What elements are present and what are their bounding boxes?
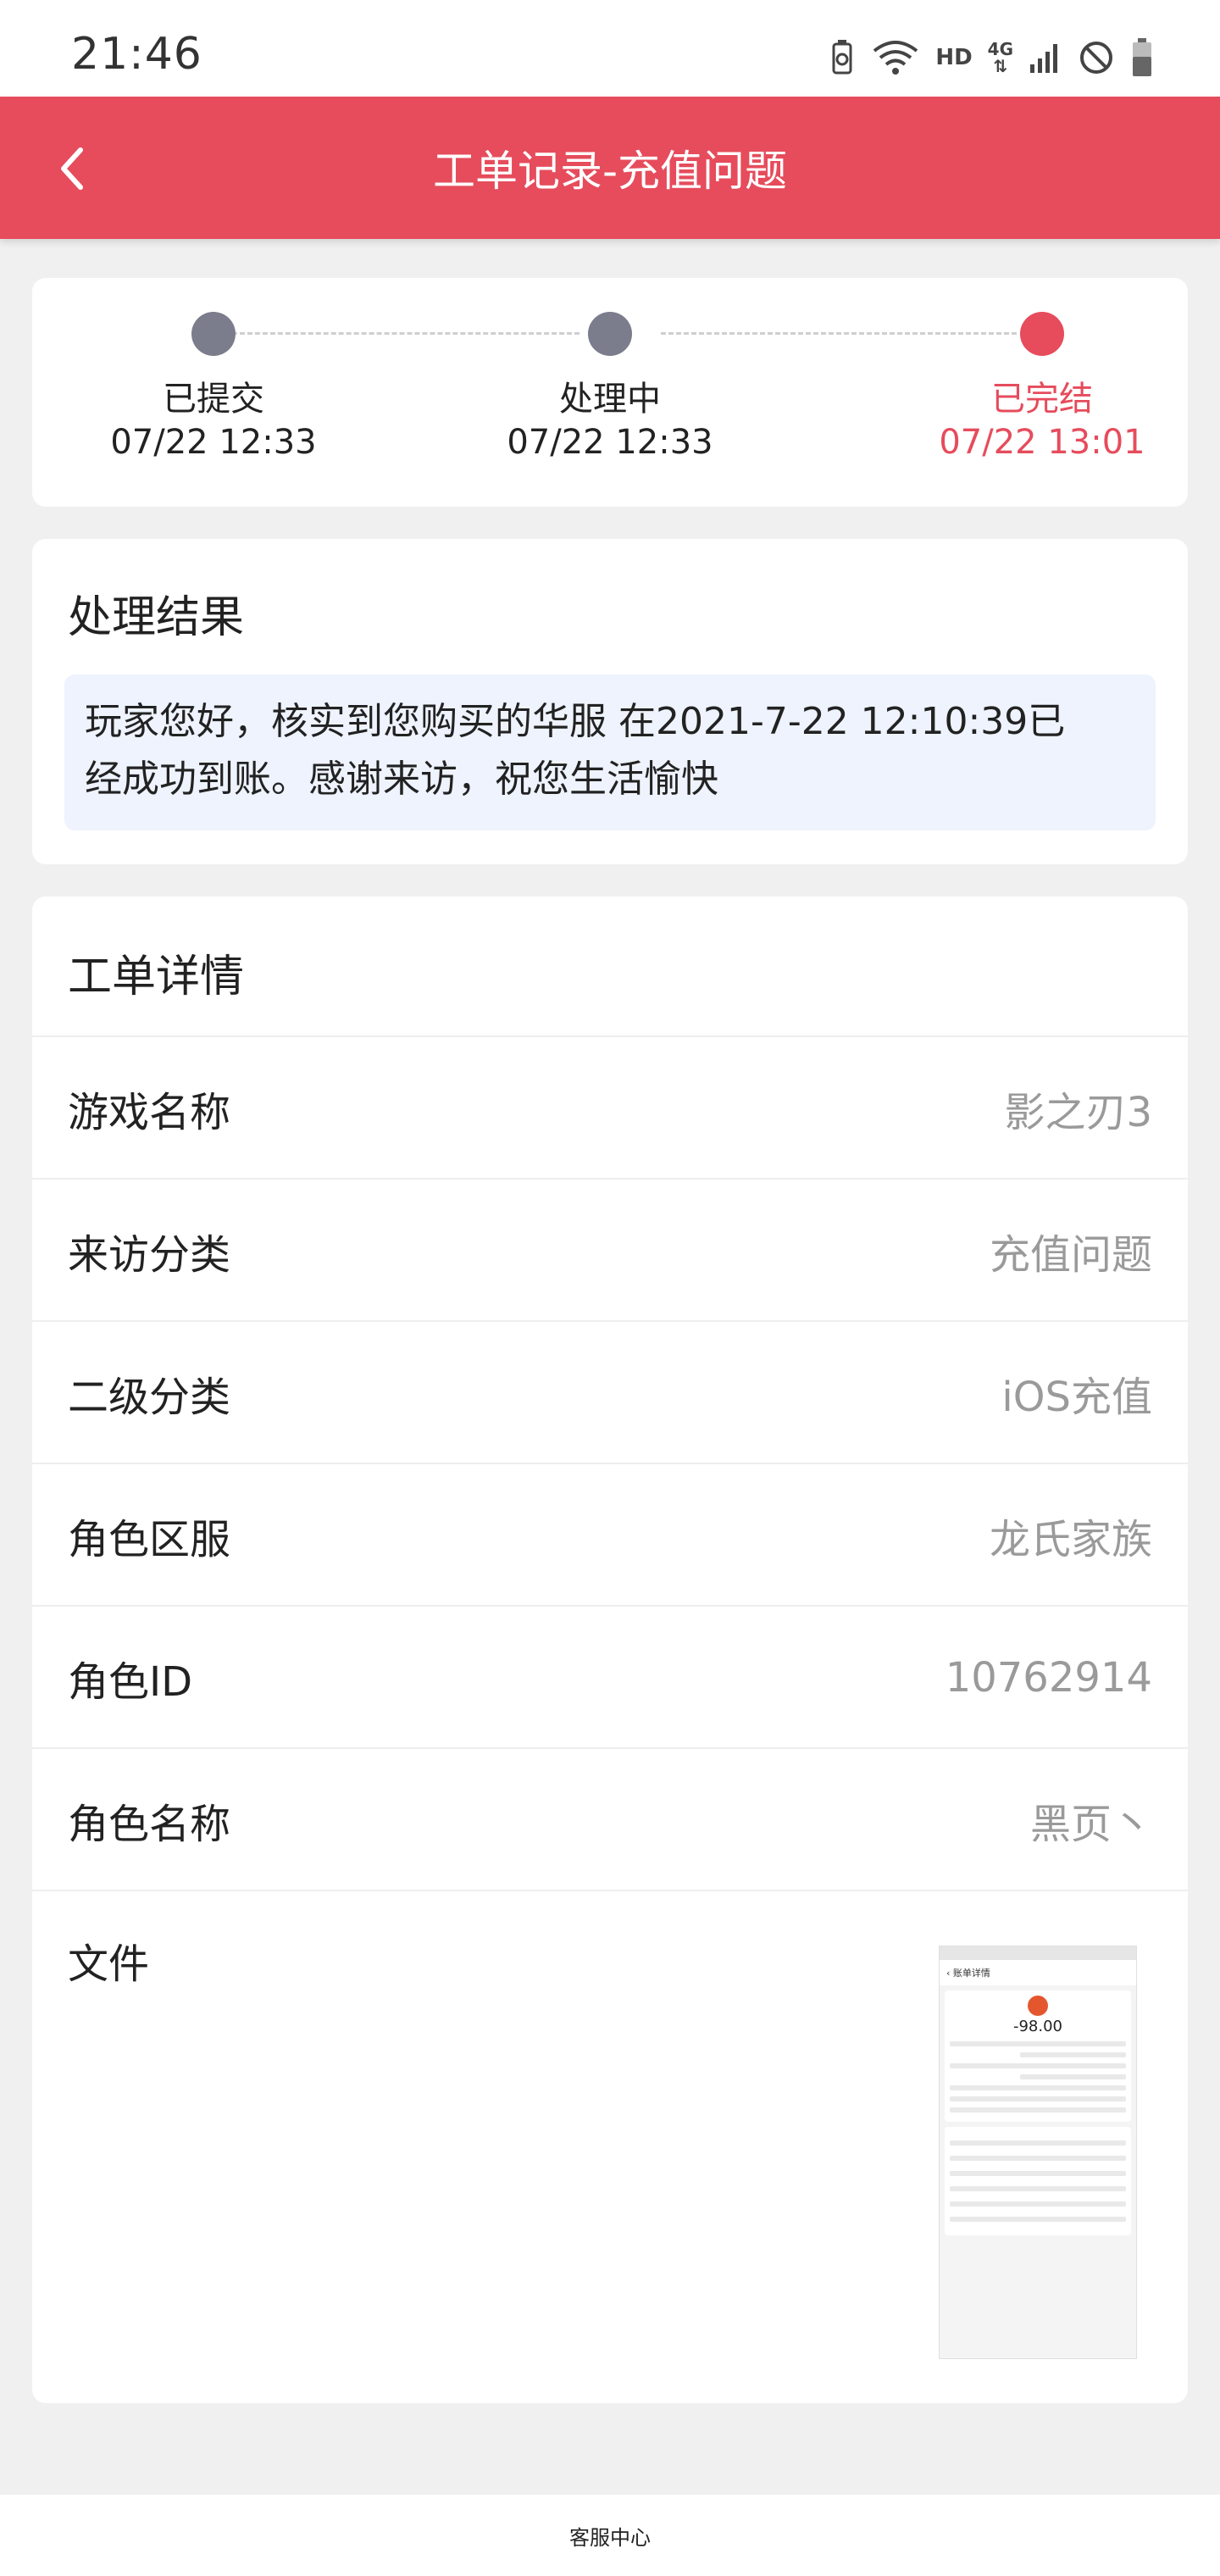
detail-card: 工单详情 游戏名称 影之刃3 来访分类 充值问题 二级分类 iOS充值 角色区服…: [32, 897, 1188, 2403]
row-value: iOS充值: [1001, 1374, 1152, 1421]
thumbnail-line: [950, 2156, 1126, 2161]
step-label: 处理中: [559, 380, 661, 419]
signal-icon: [1029, 41, 1062, 75]
step-submitted: 已提交 07/22 12:33: [86, 312, 341, 464]
result-message-line: 经成功到账。感谢来访，祝您生活愉快: [85, 758, 718, 801]
row-label: 二级分类: [68, 1374, 231, 1421]
thumbnail-line: [1020, 2074, 1126, 2079]
row-label: 游戏名称: [68, 1089, 231, 1136]
thumbnail-line: [950, 2041, 1126, 2046]
detail-row-role-name: 角色名称 黑页丶: [32, 1747, 1188, 1891]
step-label: 已提交: [163, 380, 264, 419]
detail-row-sub-category: 二级分类 iOS充值: [32, 1320, 1188, 1464]
result-message-line: 玩家您好，核实到您购买的华服 在2021-7-22 12:10:39已: [85, 700, 1066, 743]
detail-title: 工单详情: [68, 952, 245, 1002]
thumbnail-line: [950, 2140, 1126, 2146]
detail-row-role-id: 角色ID 10762914: [32, 1605, 1188, 1749]
merchant-logo-icon: [1028, 1996, 1048, 2016]
network-type-label: 4G ⇅: [987, 39, 1013, 76]
status-bar: 21:46 HD 4G ⇅: [0, 0, 1220, 97]
status-time: 21:46: [71, 29, 202, 80]
customer-service-link[interactable]: 客服中心: [569, 2521, 651, 2551]
step-time: 07/22 13:01: [939, 423, 1145, 462]
battery-icon: [1130, 38, 1154, 77]
thumbnail-bill-card: -98.00: [945, 1990, 1131, 2122]
battery-saver-icon: [829, 39, 856, 76]
row-value: 龙氏家族: [989, 1516, 1152, 1563]
thumbnail-line: [950, 2096, 1126, 2101]
progress-card: 已提交 07/22 12:33 处理中 07/22 12:33 已完结 07/2…: [32, 278, 1188, 507]
detail-row-game-name: 游戏名称 影之刃3: [32, 1035, 1188, 1180]
step-dot: [191, 312, 236, 356]
result-card: 处理结果 玩家您好，核实到您购买的华服 在2021-7-22 12:10:39已…: [32, 539, 1188, 864]
result-title: 处理结果: [68, 592, 245, 643]
row-label: 来访分类: [68, 1231, 231, 1279]
thumbnail-status-bar: [940, 1946, 1136, 1960]
thumbnail-line: [950, 2186, 1126, 2191]
step-time: 07/22 12:33: [110, 423, 317, 462]
step-time: 07/22 12:33: [507, 423, 713, 462]
thumbnail-line: [1020, 2052, 1126, 2057]
row-value: 充值问题: [989, 1231, 1152, 1279]
thumbnail-line: [950, 2085, 1126, 2090]
row-value: 黑页丶: [1029, 1801, 1152, 1848]
footer[interactable]: 客服中心: [0, 2495, 1220, 2576]
thumbnail-amount: -98.00: [1012, 2018, 1063, 2035]
detail-row-file: 文件 ‹ 账单详情 -98.00: [32, 1890, 1188, 2400]
step-label: 已完结: [991, 380, 1093, 419]
app-header: 工单记录-充值问题: [0, 97, 1220, 239]
step-dot: [1020, 312, 1064, 356]
thumbnail-line: [950, 2217, 1126, 2222]
hd-label: HD: [935, 45, 973, 70]
detail-row-server: 角色区服 龙氏家族: [32, 1463, 1188, 1607]
step-completed: 已完结 07/22 13:01: [915, 312, 1169, 464]
thumbnail-line: [950, 2171, 1126, 2176]
step-processing: 处理中 07/22 12:33: [483, 312, 737, 464]
thumbnail-list: [945, 2127, 1131, 2235]
row-label: 角色区服: [68, 1516, 231, 1563]
detail-row-visit-category: 来访分类 充值问题: [32, 1178, 1188, 1322]
row-label: 角色ID: [68, 1658, 193, 1706]
result-message: 玩家您好，核实到您购买的华服 在2021-7-22 12:10:39已 经成功到…: [64, 675, 1156, 830]
thumbnail-line: [950, 2063, 1126, 2068]
page-title: 工单记录-充值问题: [432, 147, 788, 196]
row-label: 文件: [68, 1940, 150, 1988]
status-icons: HD 4G ⇅: [829, 34, 1154, 81]
thumbnail-line: [950, 2201, 1126, 2207]
thumbnail-line: [950, 2107, 1126, 2112]
step-dot: [588, 312, 632, 356]
thumbnail-header: ‹ 账单详情: [940, 1960, 1136, 1985]
row-value: 影之刃3: [1004, 1089, 1152, 1136]
file-thumbnail[interactable]: ‹ 账单详情 -98.00: [939, 1946, 1137, 2359]
wifi-icon: [871, 39, 920, 76]
row-label: 角色名称: [68, 1801, 231, 1848]
row-value: 10762914: [945, 1654, 1152, 1702]
do-not-disturb-icon: [1078, 39, 1115, 76]
